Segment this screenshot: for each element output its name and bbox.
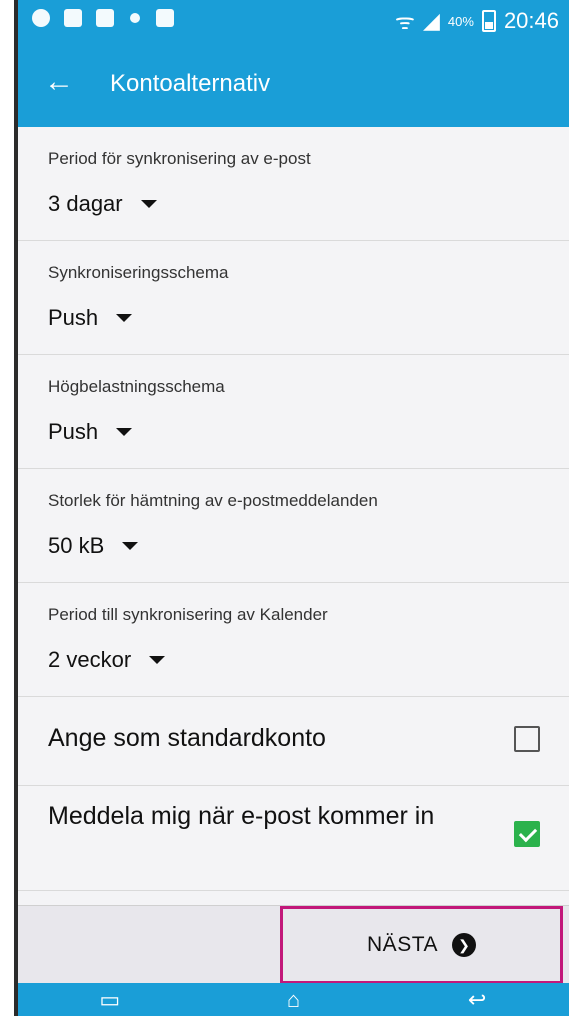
setting-value: 3 dagar <box>48 191 123 216</box>
setting-label: Högbelastningsschema <box>48 377 225 396</box>
setting-value: Push <box>48 419 99 444</box>
setting-label: Period till synkronisering av Kalender <box>48 605 328 624</box>
status-notification-icons <box>32 9 174 27</box>
toggle-label: Meddela mig när e-post kommer in <box>48 802 435 830</box>
setting-value: 2 veckor <box>48 647 132 672</box>
back-arrow-icon[interactable]: ← <box>44 64 74 100</box>
setting-value: 50 kB <box>48 533 105 558</box>
toggle-default-account[interactable]: Ange som standardkonto <box>18 697 569 786</box>
setting-label: Synkroniseringsschema <box>48 263 229 282</box>
system-nav-bar: ▭ ⌂ ↩ <box>18 983 569 1016</box>
signal-icon: ◢ <box>422 8 440 33</box>
setting-dropdown[interactable]: 3 dagar <box>48 191 157 217</box>
setting-sync-schedule[interactable]: Synkroniseringsschema Push <box>18 241 569 355</box>
toggle-label: Ange som standardkonto <box>48 724 326 752</box>
setting-calendar-sync-period[interactable]: Period till synkronisering av Kalender 2… <box>18 583 569 697</box>
status-system-icons: ᯤ ◢ 40% 20:46 <box>395 6 559 36</box>
dot-icon <box>130 13 140 23</box>
clock: 20:46 <box>503 8 559 33</box>
dropdown-arrow-icon <box>149 656 166 664</box>
setting-label: Storlek för hämtning av e-postmeddelande… <box>48 491 378 510</box>
next-button[interactable]: NÄSTA ❯ <box>280 906 563 984</box>
toggle-notify-new-mail[interactable]: Meddela mig när e-post kommer in <box>18 786 569 891</box>
back-icon[interactable]: ↩ <box>464 987 490 1012</box>
left-bezel <box>0 0 18 1016</box>
setting-value: Push <box>48 305 99 330</box>
next-button-label: NÄSTA <box>367 933 438 956</box>
dropdown-arrow-icon <box>140 200 157 208</box>
notification-icon <box>156 9 174 27</box>
dropdown-arrow-icon <box>122 542 139 550</box>
battery-percent: 40% <box>447 13 474 29</box>
setting-dropdown[interactable]: 2 veckor <box>48 647 166 673</box>
wifi-icon: ᯤ <box>394 9 415 34</box>
default-account-checkbox[interactable] <box>514 726 540 752</box>
dropdown-arrow-icon <box>116 428 133 436</box>
setting-sync-period[interactable]: Period för synkronisering av e-post 3 da… <box>18 127 569 241</box>
status-bar: ᯤ ◢ 40% 20:46 <box>18 0 569 42</box>
notify-checkbox[interactable] <box>514 821 540 847</box>
bottom-action-bar: NÄSTA ❯ <box>18 905 569 984</box>
home-icon[interactable]: ⌂ <box>280 987 306 1012</box>
screen: ᯤ ◢ 40% 20:46 ← Kontoalternativ Period f… <box>18 0 569 1016</box>
sync-icon <box>32 9 50 27</box>
setting-dropdown[interactable]: 50 kB <box>48 533 139 559</box>
setting-retrieve-size[interactable]: Storlek för hämtning av e-postmeddelande… <box>18 469 569 583</box>
phone-frame: ᯤ ◢ 40% 20:46 ← Kontoalternativ Period f… <box>0 0 569 1016</box>
recent-apps-icon[interactable]: ▭ <box>97 987 123 1012</box>
setting-dropdown[interactable]: Push <box>48 305 133 331</box>
setting-dropdown[interactable]: Push <box>48 419 133 445</box>
setting-peak-schedule[interactable]: Högbelastningsschema Push <box>18 355 569 469</box>
chevron-right-icon: ❯ <box>451 933 476 957</box>
save-icon <box>64 9 82 27</box>
mail-icon <box>96 9 114 27</box>
page-title: Kontoalternativ <box>110 70 271 97</box>
settings-list: Period för synkronisering av e-post 3 da… <box>18 127 569 891</box>
setting-label: Period för synkronisering av e-post <box>48 149 311 168</box>
app-bar: ← Kontoalternativ <box>18 42 569 127</box>
dropdown-arrow-icon <box>116 314 133 322</box>
battery-icon <box>481 10 496 32</box>
